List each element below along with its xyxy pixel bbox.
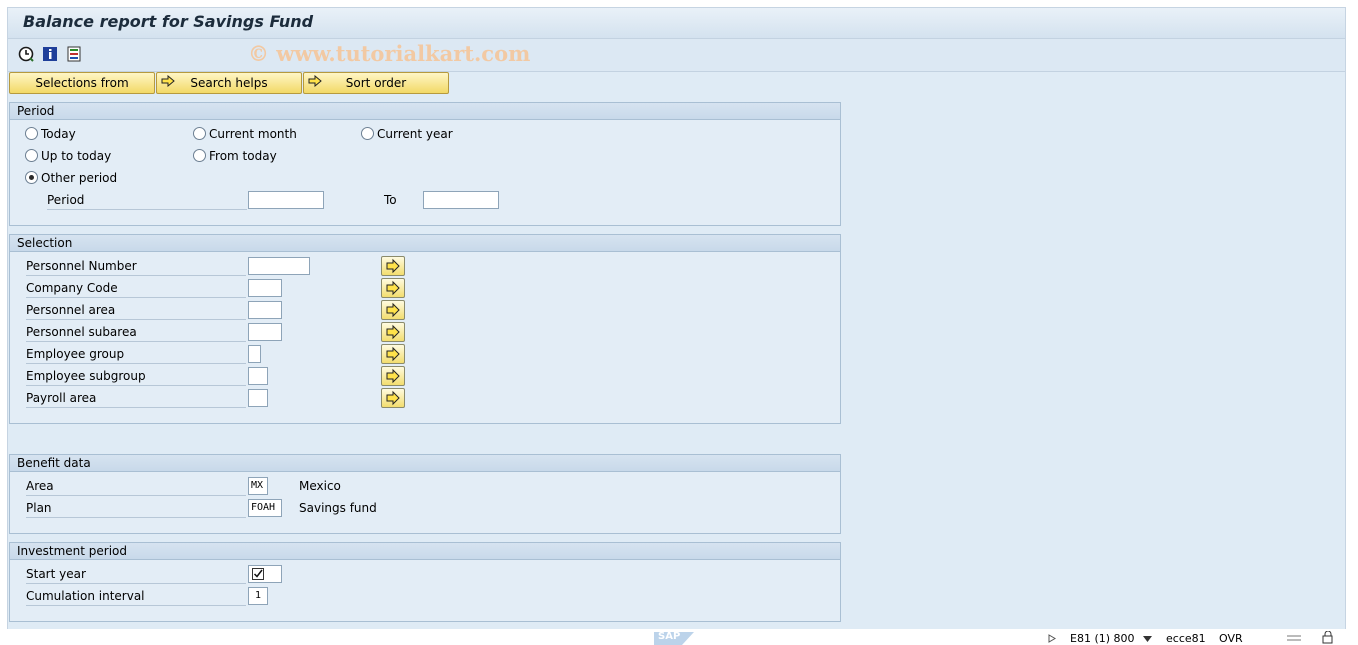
employee-group-input[interactable] (248, 345, 261, 363)
company-code-input[interactable] (248, 279, 282, 297)
period-group-title: Period (10, 103, 840, 120)
radio-current-month[interactable]: Current month (193, 127, 297, 141)
cumulation-interval-label: Cumulation interval (26, 587, 246, 606)
play-icon[interactable] (1048, 634, 1056, 643)
arrow-right-icon (386, 346, 400, 362)
radio-today-label: Today (41, 127, 76, 141)
multiple-selection-button[interactable] (381, 256, 405, 276)
period-group: Period Today Current month Current year … (9, 102, 841, 226)
multiple-selection-button[interactable] (381, 388, 405, 408)
personnel-number-input[interactable] (248, 257, 310, 275)
personnel-subarea-label: Personnel subarea (26, 323, 246, 342)
search-helps-button[interactable]: Search helps (156, 72, 302, 94)
radio-other-period[interactable]: Other period (25, 171, 117, 185)
radio-up-to-today-label: Up to today (41, 149, 112, 163)
selection-group: Selection Personnel Number Company Code … (9, 234, 841, 424)
title-bar: Balance report for Savings Fund (8, 8, 1345, 39)
start-year-label: Start year (26, 565, 246, 584)
personnel-subarea-input[interactable] (248, 323, 282, 341)
dropdown-icon[interactable] (1143, 636, 1152, 642)
area-label: Area (26, 477, 246, 496)
radio-from-today-label: From today (209, 149, 277, 163)
lock-icon[interactable] (1320, 631, 1336, 644)
start-year-checkbox[interactable] (248, 565, 282, 583)
multiple-selection-button[interactable] (381, 300, 405, 320)
investment-period-group: Investment period Start year Cumulation … (9, 542, 841, 622)
radio-circle[interactable] (361, 127, 374, 140)
radio-other-period-label: Other period (41, 171, 118, 185)
payroll-area-label: Payroll area (26, 389, 246, 408)
radio-current-year[interactable]: Current year (361, 127, 453, 141)
radio-from-today[interactable]: From today (193, 149, 277, 163)
arrow-right-icon (386, 280, 400, 296)
multiple-selection-button[interactable] (381, 344, 405, 364)
radio-current-month-label: Current month (209, 127, 297, 141)
application-toolbar: © www.tutorialkart.com (8, 39, 1345, 72)
investment-period-group-title: Investment period (10, 543, 840, 560)
arrow-right-icon (386, 390, 400, 406)
radio-current-year-label: Current year (377, 127, 453, 141)
employee-subgroup-input[interactable] (248, 367, 268, 385)
search-helps-label: Search helps (190, 76, 268, 90)
plan-description: Savings fund (299, 501, 377, 515)
radio-circle[interactable] (193, 127, 206, 140)
area-description: Mexico (299, 479, 341, 493)
personnel-number-label: Personnel Number (26, 257, 246, 276)
radio-up-to-today[interactable]: Up to today (25, 149, 111, 163)
employee-group-label: Employee group (26, 345, 246, 364)
arrow-right-icon (386, 324, 400, 340)
execute-icon[interactable] (18, 46, 34, 62)
arrow-right-icon (161, 75, 175, 87)
checkbox-checked-icon (252, 568, 264, 580)
radio-circle[interactable] (25, 149, 38, 162)
payroll-area-input[interactable] (248, 389, 268, 407)
arrow-right-icon (386, 368, 400, 384)
personnel-area-label: Personnel area (26, 301, 246, 320)
arrow-right-icon (308, 75, 322, 87)
radio-circle-selected[interactable] (25, 171, 38, 184)
layout-icon[interactable] (1286, 633, 1302, 643)
server-name: ecce81 (1166, 632, 1206, 645)
radio-today[interactable]: Today (25, 127, 76, 141)
selections-from-button[interactable]: Selections from (9, 72, 155, 94)
status-bar: SAP E81 (1) 800 ecce81 OVR (0, 629, 1358, 645)
area-input[interactable]: MX (248, 477, 268, 495)
period-label: Period (47, 191, 247, 210)
arrow-right-icon (386, 258, 400, 274)
benefit-data-group-title: Benefit data (10, 455, 840, 472)
selections-from-label: Selections from (35, 76, 129, 90)
plan-input[interactable]: FOAH (248, 499, 282, 517)
multiple-selection-button[interactable] (381, 322, 405, 342)
sort-order-button[interactable]: Sort order (303, 72, 449, 94)
cumulation-interval-input[interactable]: 1 (248, 587, 268, 605)
company-code-label: Company Code (26, 279, 246, 298)
watermark: © www.tutorialkart.com (248, 41, 531, 66)
sap-logo-text: SAP (658, 631, 681, 642)
personnel-area-input[interactable] (248, 301, 282, 319)
page-title: Balance report for Savings Fund (23, 12, 314, 31)
radio-circle[interactable] (25, 127, 38, 140)
selection-group-title: Selection (10, 235, 840, 252)
sort-order-label: Sort order (345, 76, 407, 90)
benefit-data-group: Benefit data Area MX Mexico Plan FOAH Sa… (9, 454, 841, 534)
employee-subgroup-label: Employee subgroup (26, 367, 246, 386)
radio-circle[interactable] (193, 149, 206, 162)
arrow-right-icon (386, 302, 400, 318)
period-from-input[interactable] (248, 191, 324, 209)
variants-icon[interactable] (66, 46, 82, 62)
system-info: E81 (1) 800 (1070, 632, 1135, 645)
period-to-input[interactable] (423, 191, 499, 209)
info-icon[interactable] (42, 46, 58, 62)
multiple-selection-button[interactable] (381, 366, 405, 386)
insert-mode: OVR (1219, 632, 1243, 645)
multiple-selection-button[interactable] (381, 278, 405, 298)
plan-label: Plan (26, 499, 246, 518)
period-to-label: To (384, 193, 397, 207)
